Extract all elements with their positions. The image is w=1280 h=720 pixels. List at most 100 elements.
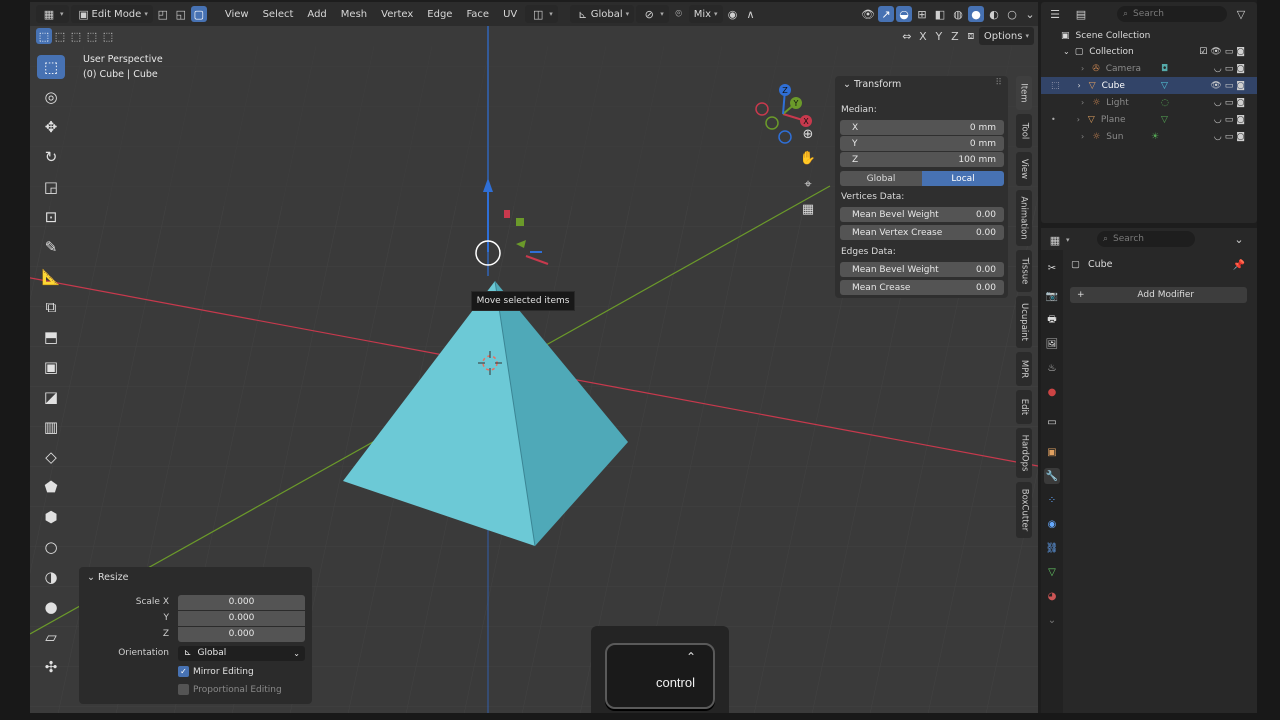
tab-view[interactable]: View bbox=[1016, 152, 1032, 186]
bevel-tool-icon[interactable]: ◪ bbox=[37, 385, 65, 409]
outliner-item-camera[interactable]: › ✇ Camera ◘ ◡ ▭ ◙ bbox=[1041, 60, 1257, 77]
tab-tissue[interactable]: Tissue bbox=[1016, 250, 1032, 292]
mirror-x-toggle[interactable]: X bbox=[915, 28, 931, 44]
tab-hardops[interactable]: HardOps bbox=[1016, 428, 1032, 478]
output-tab-icon[interactable]: 🖶 bbox=[1044, 312, 1060, 328]
rendered-shading-icon[interactable]: ○ bbox=[1004, 6, 1020, 22]
overlay-icon[interactable]: ◒ bbox=[896, 6, 912, 22]
menu-face[interactable]: Face bbox=[460, 5, 495, 23]
xray-icon[interactable]: ◧ bbox=[932, 6, 948, 22]
filter-view-icon[interactable]: ▤ bbox=[1073, 6, 1089, 22]
rip-tool-icon[interactable]: ✣ bbox=[37, 655, 65, 679]
material-tab-icon[interactable]: ◕ bbox=[1044, 588, 1060, 604]
snap-icon[interactable]: ⌾ bbox=[671, 6, 687, 22]
inset-tool-icon[interactable]: ▣ bbox=[37, 355, 65, 379]
mirror-editing-checkbox[interactable]: ✓ Mirror Editing bbox=[178, 666, 254, 677]
modifier-tab-icon[interactable]: 🔧 bbox=[1044, 468, 1060, 484]
smooth-tool-icon[interactable]: ○ bbox=[37, 535, 65, 559]
scale-y-field[interactable]: 0.000 bbox=[178, 611, 305, 626]
outliner-search[interactable]: ⌕ Search bbox=[1117, 6, 1227, 22]
knife-tool-icon[interactable]: ◇ bbox=[37, 445, 65, 469]
median-x-field[interactable]: X0 mm bbox=[840, 120, 1004, 135]
edge-slide-tool-icon[interactable]: ◑ bbox=[37, 565, 65, 589]
mode-dropdown[interactable]: ▣ Edit Mode ▾ bbox=[70, 5, 153, 23]
add-modifier-button[interactable]: + Add Modifier bbox=[1070, 287, 1247, 303]
pivot-dropdown[interactable]: ⊘ ▾ bbox=[636, 5, 669, 23]
shrink-tool-icon[interactable]: ● bbox=[37, 595, 65, 619]
transform-section-title[interactable]: ⌄ Transform bbox=[843, 79, 901, 90]
render-tab-icon[interactable]: 📷 bbox=[1044, 288, 1060, 304]
properties-search[interactable]: ⌕ Search bbox=[1097, 231, 1195, 247]
select-mode-invert-icon[interactable]: ⬚ bbox=[84, 28, 100, 44]
orientation-dropdown[interactable]: ⊾ Global ▾ bbox=[569, 5, 635, 23]
constraints-tab-icon[interactable]: ⛓ bbox=[1044, 540, 1060, 556]
mesh-overlay-icon[interactable]: ⊞ bbox=[914, 6, 930, 22]
transform-tool-icon[interactable]: ⊡ bbox=[37, 205, 65, 229]
mirror-z-toggle[interactable]: Z bbox=[947, 28, 963, 44]
shading-options-icon[interactable]: ⌄ bbox=[1022, 6, 1038, 22]
drag-handle-icon[interactable]: ⠿ bbox=[995, 78, 1002, 88]
pin-icon[interactable]: 📌 bbox=[1233, 260, 1245, 271]
add-cube-tool-icon[interactable]: ⧉ bbox=[37, 295, 65, 319]
shear-tool-icon[interactable]: ▱ bbox=[37, 625, 65, 649]
measure-tool-icon[interactable]: 📐 bbox=[37, 265, 65, 289]
select-mode-intersect-icon[interactable]: ⬚ bbox=[100, 28, 116, 44]
menu-edge[interactable]: Edge bbox=[421, 5, 458, 23]
scene-collection-row[interactable]: ▣ Scene Collection bbox=[1041, 27, 1257, 44]
edge-select-icon[interactable]: ◱ bbox=[173, 6, 189, 22]
falloff-icon[interactable]: ∧ bbox=[743, 6, 759, 22]
solid-shading-icon[interactable]: ● bbox=[968, 6, 984, 22]
vertex-select-icon[interactable]: ◰ bbox=[155, 6, 171, 22]
median-z-field[interactable]: Z 100 mm bbox=[840, 152, 1004, 167]
annotate-tool-icon[interactable]: ✎ bbox=[37, 235, 65, 259]
local-toggle[interactable]: Local bbox=[922, 171, 1004, 186]
collection-tab-icon[interactable]: ▭ bbox=[1044, 414, 1060, 430]
mirror-y-toggle[interactable]: Y bbox=[931, 28, 947, 44]
filter-icon[interactable]: ▽ bbox=[1233, 6, 1249, 22]
tab-animation[interactable]: Animation bbox=[1016, 190, 1032, 246]
tool-tab-icon[interactable]: ✂ bbox=[1044, 260, 1060, 276]
mirror-icon[interactable]: ⇔ bbox=[899, 28, 915, 44]
proportional-editing-checkbox[interactable]: Proportional Editing bbox=[178, 684, 282, 695]
menu-select[interactable]: Select bbox=[257, 5, 300, 23]
scale-tool-icon[interactable]: ◲ bbox=[37, 175, 65, 199]
gizmo-icon[interactable]: ↗ bbox=[878, 6, 894, 22]
wireframe-shading-icon[interactable]: ◍ bbox=[950, 6, 966, 22]
pan-hand-icon[interactable]: ✋ bbox=[796, 148, 820, 168]
tab-ucupaint[interactable]: Ucupaint bbox=[1016, 296, 1032, 348]
physics-tab-icon[interactable]: ◉ bbox=[1044, 516, 1060, 532]
edge-bevel-weight-field[interactable]: Mean Bevel Weight 0.00 bbox=[840, 262, 1004, 277]
snap-mode-dropdown[interactable]: Mix ▾ bbox=[688, 5, 723, 23]
select-mode-new-icon[interactable]: ⬚ bbox=[36, 28, 52, 44]
outliner-item-sun[interactable]: › ☼ Sun ☀ ◡ ▭ ◙ bbox=[1041, 128, 1257, 145]
menu-add[interactable]: Add bbox=[301, 5, 332, 23]
menu-view[interactable]: View bbox=[219, 5, 255, 23]
cursor-tool-icon[interactable]: ◎ bbox=[37, 85, 65, 109]
editor-type-icon[interactable]: ▦ bbox=[1047, 232, 1063, 248]
vertex-bevel-weight-field[interactable]: Mean Bevel Weight 0.00 bbox=[840, 207, 1004, 222]
median-y-field[interactable]: Y0 mm bbox=[840, 136, 1004, 151]
vertex-crease-field[interactable]: Mean Vertex Crease 0.00 bbox=[840, 225, 1004, 240]
extrude-tool-icon[interactable]: ⬒ bbox=[37, 325, 65, 349]
world-tab-icon[interactable]: ● bbox=[1044, 384, 1060, 400]
3d-viewport[interactable]: User Perspective (0) Cube | Cube ⬚ ◎ ✥ ↻… bbox=[30, 26, 1038, 713]
orientation-dropdown[interactable]: ⊾ Global ⌄ bbox=[178, 646, 305, 661]
camera-view-icon[interactable]: ⌖ bbox=[796, 174, 820, 194]
editor-type-menu[interactable]: ▦ ▾ bbox=[36, 5, 69, 23]
proportional-edit-icon[interactable]: ◉ bbox=[725, 6, 741, 22]
outliner-item-plane[interactable]: • › ▽ Plane ▽ ◡ ▭ ◙ bbox=[1041, 111, 1257, 128]
global-toggle[interactable]: Global bbox=[840, 171, 922, 186]
view-layer-tab-icon[interactable]: 🖼 bbox=[1044, 336, 1060, 352]
scale-z-field[interactable]: 0.000 bbox=[178, 627, 305, 642]
scene-tab-icon[interactable]: ♨ bbox=[1044, 360, 1060, 376]
outliner-item-cube[interactable]: ⬚ › ▽ Cube ▽ 👁 ▭ ◙ bbox=[1041, 77, 1257, 94]
zoom-icon[interactable]: ⊕ bbox=[796, 124, 820, 144]
face-select-icon[interactable]: ▢ bbox=[190, 6, 207, 22]
rotate-tool-icon[interactable]: ↻ bbox=[37, 145, 65, 169]
options-dropdown[interactable]: Options ▾ bbox=[978, 27, 1034, 45]
edge-crease-field[interactable]: Mean Crease 0.00 bbox=[840, 280, 1004, 295]
object-tab-icon[interactable]: ▣ bbox=[1044, 444, 1060, 460]
move-tool-icon[interactable]: ✥ bbox=[37, 115, 65, 139]
tab-boxcutter[interactable]: BoxCutter bbox=[1016, 482, 1032, 538]
menu-uv[interactable]: UV bbox=[497, 5, 523, 23]
